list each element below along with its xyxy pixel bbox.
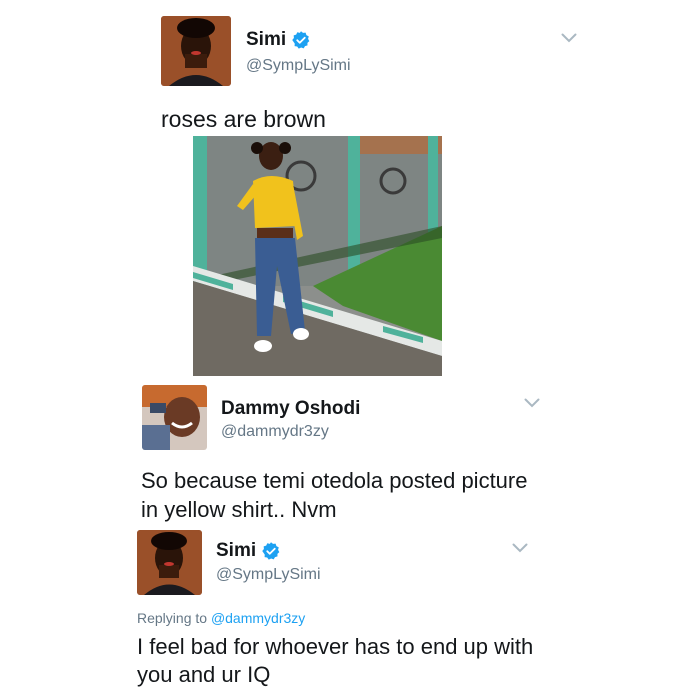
replying-to-label: Replying to @dammydr3zy xyxy=(137,610,305,626)
replying-prefix: Replying to xyxy=(137,610,211,626)
avatar-photo-icon xyxy=(161,16,231,86)
photo-image xyxy=(193,136,442,376)
chevron-down-icon[interactable] xyxy=(561,33,577,43)
avatar[interactable] xyxy=(137,530,202,595)
verified-badge-icon xyxy=(292,31,310,49)
author-name-text: Simi xyxy=(216,540,257,561)
tweet-text-line-2: in yellow shirt.. Nvm xyxy=(141,497,337,522)
tweet-text-line-1: I feel bad for whoever has to end up wit… xyxy=(137,634,534,659)
tweet-text: roses are brown xyxy=(161,106,326,132)
author-name-text: Dammy Oshodi xyxy=(221,398,361,419)
author-name[interactable]: Simi xyxy=(216,540,281,562)
author-name[interactable]: Simi xyxy=(246,29,311,51)
replying-to-mention-link[interactable]: @dammydr3zy xyxy=(211,610,305,626)
avatar-photo-icon xyxy=(137,530,202,595)
tweet-text-line-2: you and ur IQ xyxy=(137,662,271,687)
avatar-photo-icon xyxy=(142,385,207,450)
verified-badge-icon xyxy=(262,542,280,560)
avatar[interactable] xyxy=(161,16,231,86)
author-name[interactable]: Dammy Oshodi xyxy=(221,398,360,420)
avatar[interactable] xyxy=(142,385,207,450)
chevron-down-icon[interactable] xyxy=(524,398,540,408)
chevron-down-icon[interactable] xyxy=(512,543,528,553)
author-handle[interactable]: @SympLySimi xyxy=(246,57,351,75)
author-handle[interactable]: @SympLySimi xyxy=(216,566,321,584)
author-name-text: Simi xyxy=(246,29,287,50)
tweet-text-line-1: So because temi otedola posted picture xyxy=(141,468,528,493)
tweet-photo[interactable] xyxy=(193,136,442,376)
author-handle[interactable]: @dammydr3zy xyxy=(221,423,329,441)
